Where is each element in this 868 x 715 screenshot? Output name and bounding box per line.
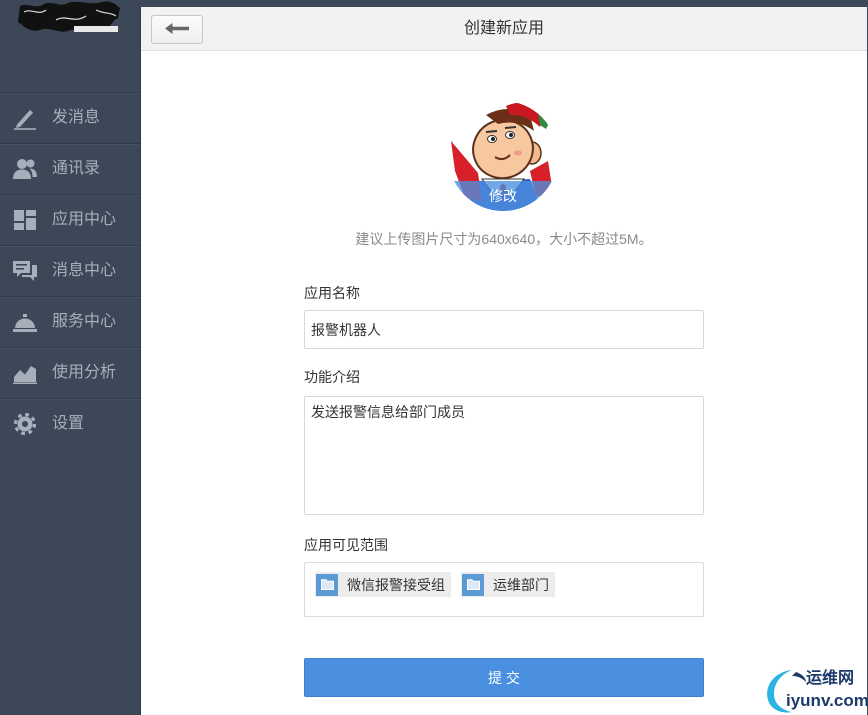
app-avatar-upload[interactable]: 修改 <box>448 101 558 211</box>
sidebar-item-send-message[interactable]: 发消息 <box>0 92 140 143</box>
arrow-left-icon <box>165 21 189 39</box>
sidebar-item-label: 发消息 <box>52 109 101 126</box>
line-chart-icon <box>12 361 38 385</box>
sidebar-item-label: 服务中心 <box>52 313 117 330</box>
sidebar-item-usage-analysis[interactable]: 使用分析 <box>0 347 140 398</box>
avatar-edit-label[interactable]: 修改 <box>448 185 558 207</box>
create-app-panel: 创建新应用 修改 建议上传图片尺寸为640x640，大小不超过5M。 应用名称 … <box>140 7 867 715</box>
app-description-label: 功能介绍 <box>304 369 360 385</box>
redacted-logo <box>16 0 122 34</box>
sidebar-item-contacts[interactable]: 通讯录 <box>0 143 140 194</box>
sidebar-item-settings[interactable]: 设置 <box>0 398 140 449</box>
app-description-textarea[interactable]: 发送报警信息给部门成员 <box>304 396 704 515</box>
visible-scope-selector[interactable]: 微信报警接受组 运维部门 <box>304 562 704 617</box>
chat-bubbles-icon <box>12 259 38 283</box>
sidebar-item-label: 设置 <box>52 415 85 432</box>
contacts-icon <box>12 157 38 181</box>
sidebar-item-label: 应用中心 <box>52 211 117 228</box>
sidebar-item-label: 消息中心 <box>52 262 117 279</box>
folder-icon <box>316 573 338 596</box>
scope-tag-label: 微信报警接受组 <box>347 576 445 593</box>
sidebar: 发消息 通讯录 应用中心 消息中心 服务中心 使用分析 设置 <box>0 0 140 715</box>
sidebar-item-label: 使用分析 <box>52 364 117 381</box>
app-grid-icon <box>12 208 38 232</box>
service-bell-icon <box>12 310 38 334</box>
site-watermark: 运维网 iyunv.com <box>762 662 868 715</box>
sidebar-item-app-center[interactable]: 应用中心 <box>0 194 140 245</box>
page-title: 创建新应用 <box>463 20 544 37</box>
folder-icon <box>462 573 484 596</box>
app-name-input[interactable] <box>304 310 704 349</box>
submit-button[interactable]: 提 交 <box>304 658 704 697</box>
app-name-label: 应用名称 <box>304 285 360 301</box>
sidebar-item-message-center[interactable]: 消息中心 <box>0 245 140 296</box>
panel-header: 创建新应用 <box>141 7 867 51</box>
scope-tag[interactable]: 微信报警接受组 <box>315 572 451 597</box>
sidebar-nav: 发消息 通讯录 应用中心 消息中心 服务中心 使用分析 设置 <box>0 92 140 449</box>
watermark-domain-text: iyunv.com <box>786 691 868 710</box>
watermark-cn-text: 运维网 <box>806 670 855 687</box>
back-button[interactable] <box>151 15 203 44</box>
gear-icon <box>12 412 38 436</box>
scope-tag-label: 运维部门 <box>493 576 549 593</box>
avatar-upload-hint: 建议上传图片尺寸为640x640，大小不超过5M。 <box>355 231 653 247</box>
pencil-icon <box>12 106 38 130</box>
sidebar-item-label: 通讯录 <box>52 160 101 177</box>
sidebar-item-service-center[interactable]: 服务中心 <box>0 296 140 347</box>
scope-tag[interactable]: 运维部门 <box>461 572 555 597</box>
visible-scope-label: 应用可见范围 <box>304 537 388 553</box>
